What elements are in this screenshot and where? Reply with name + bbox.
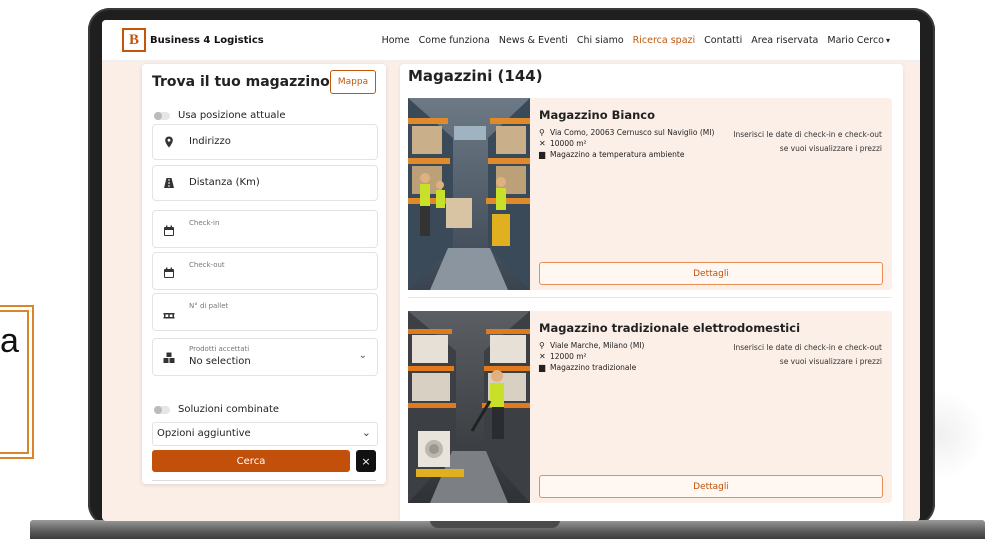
warehouse-type-text: Magazzino tradizionale — [550, 363, 637, 372]
warehouse-photo[interactable] — [408, 98, 530, 290]
combined-solutions-row[interactable]: Soluzioni combinate — [154, 404, 279, 415]
use-position-toggle[interactable] — [154, 111, 170, 120]
user-name: Mario Cerco — [827, 34, 884, 46]
warehouse-photo[interactable] — [408, 311, 530, 503]
warehouse-type: ▆ Magazzino a temperatura ambiente — [539, 150, 684, 159]
expand-arrows-icon: ✕ — [539, 139, 546, 148]
warehouse-address: ⚲ Via Como, 20063 Cernusco sul Naviglio (… — [539, 128, 714, 137]
warehouse-photo-illustration — [408, 98, 530, 290]
additional-options-label: Opzioni aggiuntive — [157, 428, 251, 439]
nav-link-about[interactable]: Chi siamo — [577, 35, 624, 46]
combined-solutions-label: Soluzioni combinate — [178, 404, 280, 415]
price-note-line-2: se vuoi visualizzare i prezzi — [779, 144, 882, 153]
navbar: B Business 4 Logistics Home Come funzion… — [102, 20, 920, 61]
chevron-down-icon: ⌄ — [358, 350, 367, 361]
distance-field[interactable]: Distanza (Km) — [152, 165, 378, 201]
checkin-label: Check-in — [189, 219, 220, 227]
laptop-notch — [430, 520, 560, 528]
caret-down-icon: ▾ — [885, 35, 890, 45]
clear-filters-button[interactable]: × — [356, 450, 376, 472]
warehouse-name[interactable]: Magazzino tradizionale elettrodomestici — [539, 321, 800, 335]
nav-links: Home Come funziona News & Eventi Chi sia… — [382, 35, 890, 46]
warehouse-type: ▆ Magazzino tradizionale — [539, 363, 636, 372]
filter-panel: Trova il tuo magazzino Mappa Usa posizio… — [142, 64, 386, 484]
nav-link-contacts[interactable]: Contatti — [704, 35, 742, 46]
use-position-row[interactable]: Usa posizione attuale — [154, 110, 285, 121]
checkout-field[interactable]: Check-out — [152, 252, 378, 290]
warehouse-address-text: Via Como, 20063 Cernusco sul Naviglio (M… — [550, 128, 715, 137]
map-button[interactable]: Mappa — [330, 70, 376, 94]
card-divider — [408, 297, 892, 298]
pallet-icon — [163, 313, 175, 319]
warehouse-address-text: Viale Marche, Milano (MI) — [550, 341, 645, 350]
price-note-line-1: Inserisci le date di check-in e check-ou… — [733, 130, 882, 139]
warehouse-card: Magazzino Bianco ⚲ Via Como, 20063 Cernus… — [408, 98, 892, 290]
use-position-label: Usa posizione attuale — [178, 110, 286, 121]
panel-divider — [152, 480, 376, 481]
nav-link-news[interactable]: News & Eventi — [499, 35, 568, 46]
filter-title: Trova il tuo magazzino — [152, 74, 330, 90]
nav-link-home[interactable]: Home — [382, 35, 410, 46]
background-text: a — [0, 322, 19, 360]
search-button[interactable]: Cerca — [152, 450, 350, 472]
products-select[interactable]: Prodotti accettati No selection ⌄ — [152, 338, 378, 376]
price-note: Inserisci le date di check-in e check-ou… — [733, 130, 882, 153]
additional-options-select[interactable]: Opzioni aggiuntive ⌄ — [152, 422, 378, 446]
warehouse-icon: ▆ — [539, 150, 546, 159]
warehouse-icon: ▆ — [539, 363, 546, 372]
warehouse-card: Magazzino tradizionale elettrodomestici … — [408, 311, 892, 503]
road-icon — [164, 178, 174, 188]
chevron-down-icon: ⌄ — [361, 426, 371, 439]
price-note-line-1: Inserisci le date di check-in e check-ou… — [733, 343, 882, 352]
warehouse-area-text: 12000 m² — [550, 352, 587, 361]
warehouse-photo-illustration — [408, 311, 530, 503]
laptop-screen: B Business 4 Logistics Home Come funzion… — [102, 20, 920, 521]
details-button[interactable]: Dettagli — [539, 262, 883, 285]
results-panel: Magazzini (144) Magazzino Bianco ⚲ Via C… — [400, 64, 903, 521]
details-button[interactable]: Dettagli — [539, 475, 883, 498]
warehouse-address: ⚲ Viale Marche, Milano (MI) — [539, 341, 644, 350]
map-pin-icon: ⚲ — [539, 128, 545, 137]
warehouse-name[interactable]: Magazzino Bianco — [539, 108, 655, 122]
map-pin-icon: ⚲ — [539, 341, 545, 350]
products-label: Prodotti accettati — [189, 345, 250, 353]
calendar-icon — [164, 267, 174, 278]
pallets-field[interactable]: N° di pallet — [152, 293, 378, 331]
pallets-label: N° di pallet — [189, 302, 229, 310]
map-pin-icon — [165, 136, 173, 148]
nav-link-search-spaces[interactable]: Ricerca spazi — [633, 35, 696, 46]
nav-link-reserved-area[interactable]: Area riservata — [751, 35, 818, 46]
nav-link-how-it-works[interactable]: Come funziona — [419, 35, 490, 46]
brand-name[interactable]: Business 4 Logistics — [150, 35, 264, 46]
boxes-icon — [163, 352, 175, 363]
price-note-line-2: se vuoi visualizzare i prezzi — [779, 357, 882, 366]
warehouse-area: ✕ 10000 m² — [539, 139, 587, 148]
address-field[interactable]: Indirizzo — [152, 124, 378, 160]
address-label: Indirizzo — [189, 136, 231, 147]
results-title: Magazzini (144) — [408, 67, 543, 85]
price-note: Inserisci le date di check-in e check-ou… — [733, 343, 882, 366]
products-value: No selection — [189, 356, 251, 367]
combined-solutions-toggle[interactable] — [154, 405, 170, 414]
warehouse-type-text: Magazzino a temperatura ambiente — [550, 150, 685, 159]
checkin-field[interactable]: Check-in — [152, 210, 378, 248]
warehouse-area: ✕ 12000 m² — [539, 352, 587, 361]
distance-label: Distanza (Km) — [189, 177, 260, 188]
expand-arrows-icon: ✕ — [539, 352, 546, 361]
brand-logo[interactable]: B — [122, 28, 146, 52]
calendar-icon — [164, 225, 174, 236]
user-menu[interactable]: Mario Cerco ▾ — [827, 35, 890, 46]
checkout-label: Check-out — [189, 261, 225, 269]
warehouse-area-text: 10000 m² — [550, 139, 587, 148]
